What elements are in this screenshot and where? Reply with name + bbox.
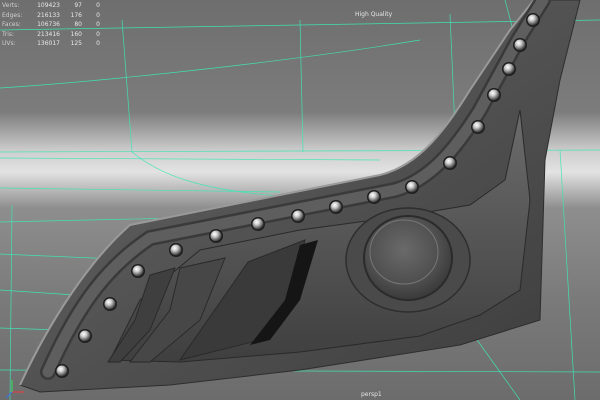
- led-bead: [367, 190, 381, 204]
- hud-value: 125: [70, 40, 82, 48]
- led-bead: [405, 180, 419, 194]
- led-bead: [487, 88, 501, 102]
- hud-value: 0: [96, 30, 100, 38]
- hud-row-verts: Verts: 109423 97 0: [2, 1, 100, 11]
- hud-value: 216133: [37, 11, 60, 19]
- led-bead: [471, 120, 485, 134]
- led-bead: [291, 209, 305, 223]
- led-bead: [329, 200, 343, 214]
- camera-name-label: persp1: [361, 391, 382, 398]
- led-bead: [78, 329, 92, 343]
- hud-row-faces: Faces: 106736 80 0: [2, 20, 100, 30]
- hud-value: 136017: [37, 40, 60, 48]
- led-bead: [502, 62, 516, 76]
- hud-row-uvs: UVs: 136017 125 0: [2, 39, 100, 49]
- maya-perspective-viewport[interactable]: Verts: 109423 97 0 Edges: 216133 176 0 F…: [0, 0, 600, 400]
- hud-value: 97: [74, 2, 82, 9]
- hud-label: Edges:: [2, 11, 23, 19]
- led-bead: [169, 243, 183, 257]
- led-bead: [209, 229, 223, 243]
- fog-light-housing: [345, 207, 471, 313]
- hud-value: 0: [96, 40, 100, 48]
- hud-value: 106736: [37, 21, 60, 29]
- led-bead: [103, 297, 117, 311]
- hud-value: 176: [70, 11, 82, 19]
- poly-count-hud: Verts: 109423 97 0 Edges: 216133 176 0 F…: [2, 1, 100, 49]
- hud-label: Faces:: [2, 21, 21, 29]
- led-bead: [251, 217, 265, 231]
- hud-row-tris: Tris: 213416 160 0: [2, 30, 100, 40]
- viewport-scene[interactable]: [0, 0, 600, 400]
- hud-label: UVs:: [2, 40, 16, 48]
- hud-value: 80: [74, 21, 82, 29]
- led-bead: [513, 38, 527, 52]
- hud-label: Tris:: [2, 30, 15, 38]
- hud-value: 0: [96, 11, 100, 19]
- hud-value: 109423: [37, 2, 60, 9]
- hud-value: 0: [96, 2, 100, 9]
- led-bead: [443, 156, 457, 170]
- hud-label: Verts:: [2, 2, 20, 9]
- led-bead: [55, 364, 69, 378]
- render-mode-label: High Quality: [355, 11, 393, 18]
- hud-value: 0: [96, 21, 100, 29]
- hud-value: 160: [70, 30, 82, 38]
- led-bead: [131, 264, 145, 278]
- hud-row-edges: Edges: 216133 176 0: [2, 11, 100, 21]
- hud-value: 213416: [37, 30, 60, 38]
- led-bead: [526, 13, 540, 27]
